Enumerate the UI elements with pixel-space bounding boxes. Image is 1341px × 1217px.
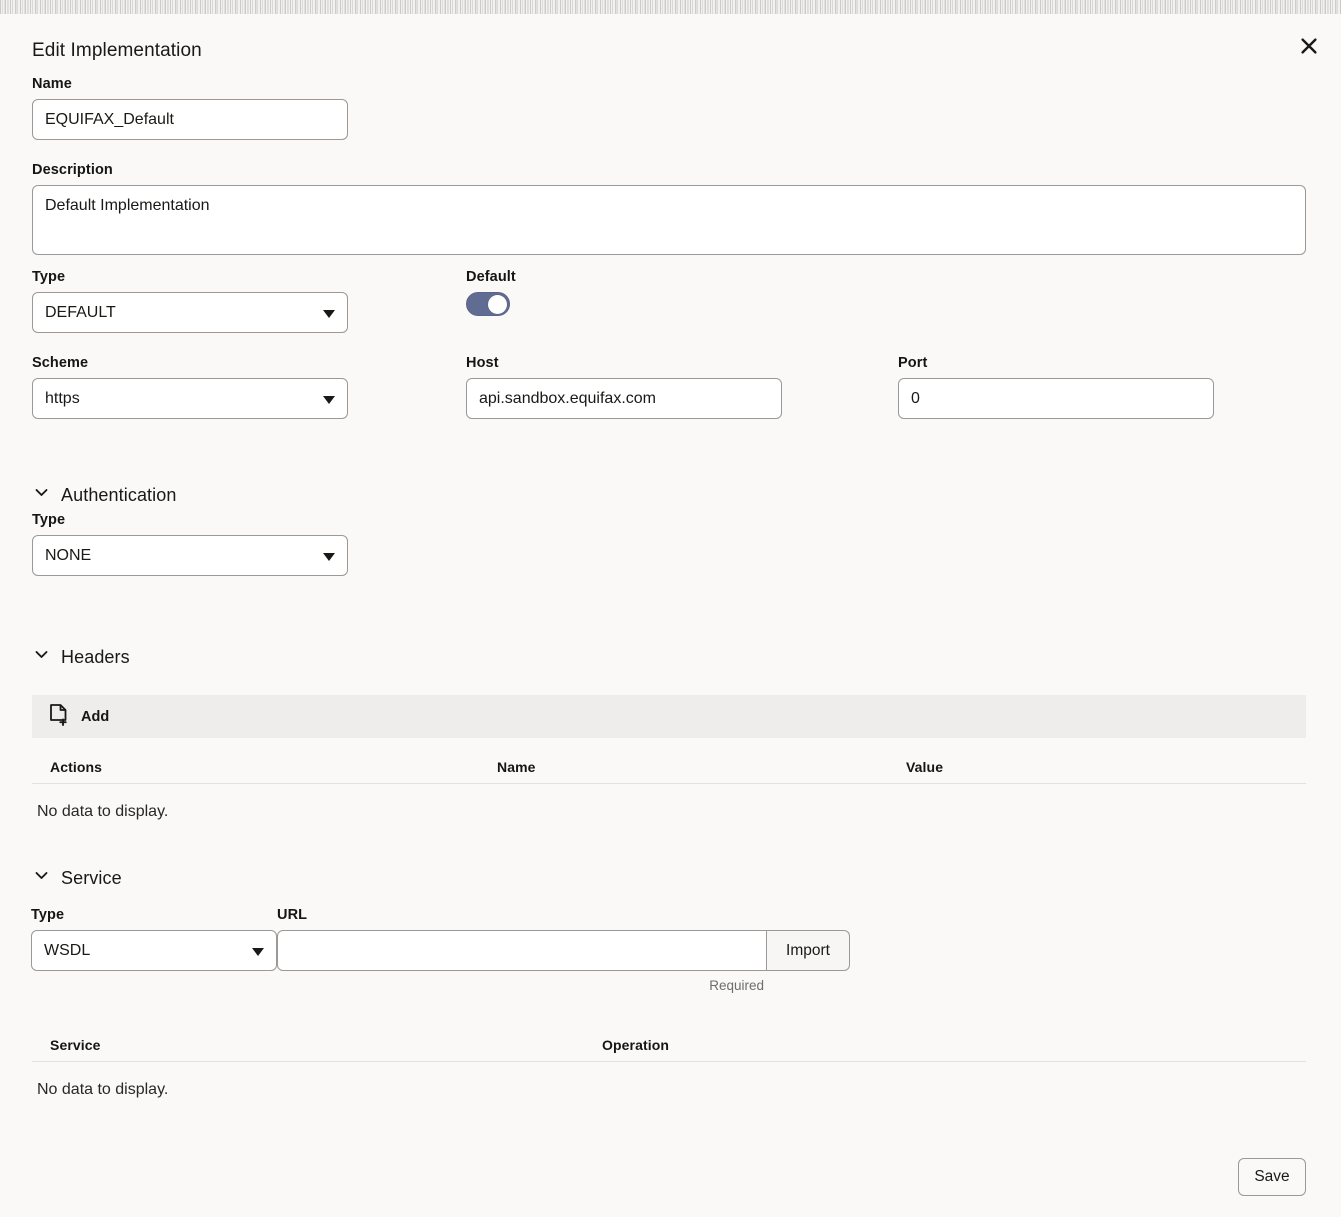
description-label: Description bbox=[32, 162, 1306, 178]
host-input[interactable] bbox=[466, 378, 782, 419]
authentication-type-label: Type bbox=[32, 512, 348, 528]
host-field-group: Host bbox=[466, 355, 782, 419]
chevron-down-icon bbox=[33, 646, 50, 668]
toggle-knob bbox=[488, 295, 507, 314]
scheme-select[interactable]: https bbox=[32, 378, 348, 419]
port-input[interactable] bbox=[898, 378, 1214, 419]
type-label: Type bbox=[32, 269, 348, 285]
headers-table: Actions Name Value No data to display. bbox=[32, 750, 1306, 821]
column-header-name: Name bbox=[497, 759, 906, 775]
add-header-label: Add bbox=[81, 709, 109, 725]
headers-table-empty-message: No data to display. bbox=[32, 784, 1306, 821]
scheme-field-group: Scheme https bbox=[32, 355, 348, 419]
headers-table-head: Actions Name Value bbox=[32, 750, 1306, 784]
authentication-section-label: Authentication bbox=[61, 485, 176, 506]
document-add-icon bbox=[48, 703, 70, 730]
service-type-group: Type WSDL bbox=[31, 907, 277, 971]
headers-section-header[interactable]: Headers bbox=[33, 646, 130, 668]
host-label: Host bbox=[466, 355, 782, 371]
port-field-group: Port bbox=[898, 355, 1214, 419]
chevron-down-icon bbox=[33, 484, 50, 506]
save-button[interactable]: Save bbox=[1238, 1158, 1306, 1196]
service-type-label: Type bbox=[31, 907, 277, 923]
authentication-section-header[interactable]: Authentication bbox=[33, 484, 176, 506]
window-top-texture bbox=[0, 0, 1341, 14]
import-button[interactable]: Import bbox=[767, 930, 850, 971]
column-header-service: Service bbox=[32, 1037, 602, 1053]
description-field-group: Description Default Implementation bbox=[32, 162, 1306, 260]
service-type-select[interactable]: WSDL bbox=[31, 930, 277, 971]
service-table-head: Service Operation bbox=[32, 1028, 1306, 1062]
headers-section-label: Headers bbox=[61, 647, 130, 668]
column-header-operation: Operation bbox=[602, 1037, 1102, 1053]
name-input[interactable] bbox=[32, 99, 348, 140]
add-header-button[interactable]: Add bbox=[48, 703, 109, 730]
close-icon bbox=[1299, 36, 1319, 56]
headers-toolbar: Add bbox=[32, 695, 1306, 738]
column-header-actions: Actions bbox=[32, 759, 497, 775]
port-label: Port bbox=[898, 355, 1214, 371]
service-table-empty-message: No data to display. bbox=[32, 1062, 1306, 1099]
default-toggle-group: Default bbox=[466, 269, 626, 316]
default-toggle[interactable] bbox=[466, 292, 510, 316]
name-field-group: Name bbox=[32, 76, 348, 140]
edit-implementation-dialog: Edit Implementation Name Description Def… bbox=[0, 14, 1341, 1217]
scheme-label: Scheme bbox=[32, 355, 348, 371]
type-select[interactable]: DEFAULT bbox=[32, 292, 348, 333]
service-table: Service Operation No data to display. bbox=[32, 1028, 1306, 1099]
service-section-label: Service bbox=[61, 868, 122, 889]
default-label: Default bbox=[466, 269, 626, 285]
service-url-input[interactable] bbox=[277, 930, 767, 971]
service-url-required-hint: Required bbox=[277, 978, 850, 993]
name-label: Name bbox=[32, 76, 348, 92]
authentication-type-select[interactable]: NONE bbox=[32, 535, 348, 576]
description-input[interactable]: Default Implementation bbox=[32, 185, 1306, 255]
authentication-type-group: Type NONE bbox=[32, 512, 348, 576]
page-title: Edit Implementation bbox=[32, 40, 202, 62]
close-button[interactable] bbox=[1293, 30, 1325, 62]
column-header-value: Value bbox=[906, 759, 1286, 775]
service-section-header[interactable]: Service bbox=[33, 867, 122, 889]
service-url-group: URL Import Required bbox=[277, 907, 850, 993]
service-url-label: URL bbox=[277, 907, 850, 923]
type-field-group: Type DEFAULT bbox=[32, 269, 348, 333]
chevron-down-icon bbox=[33, 867, 50, 889]
